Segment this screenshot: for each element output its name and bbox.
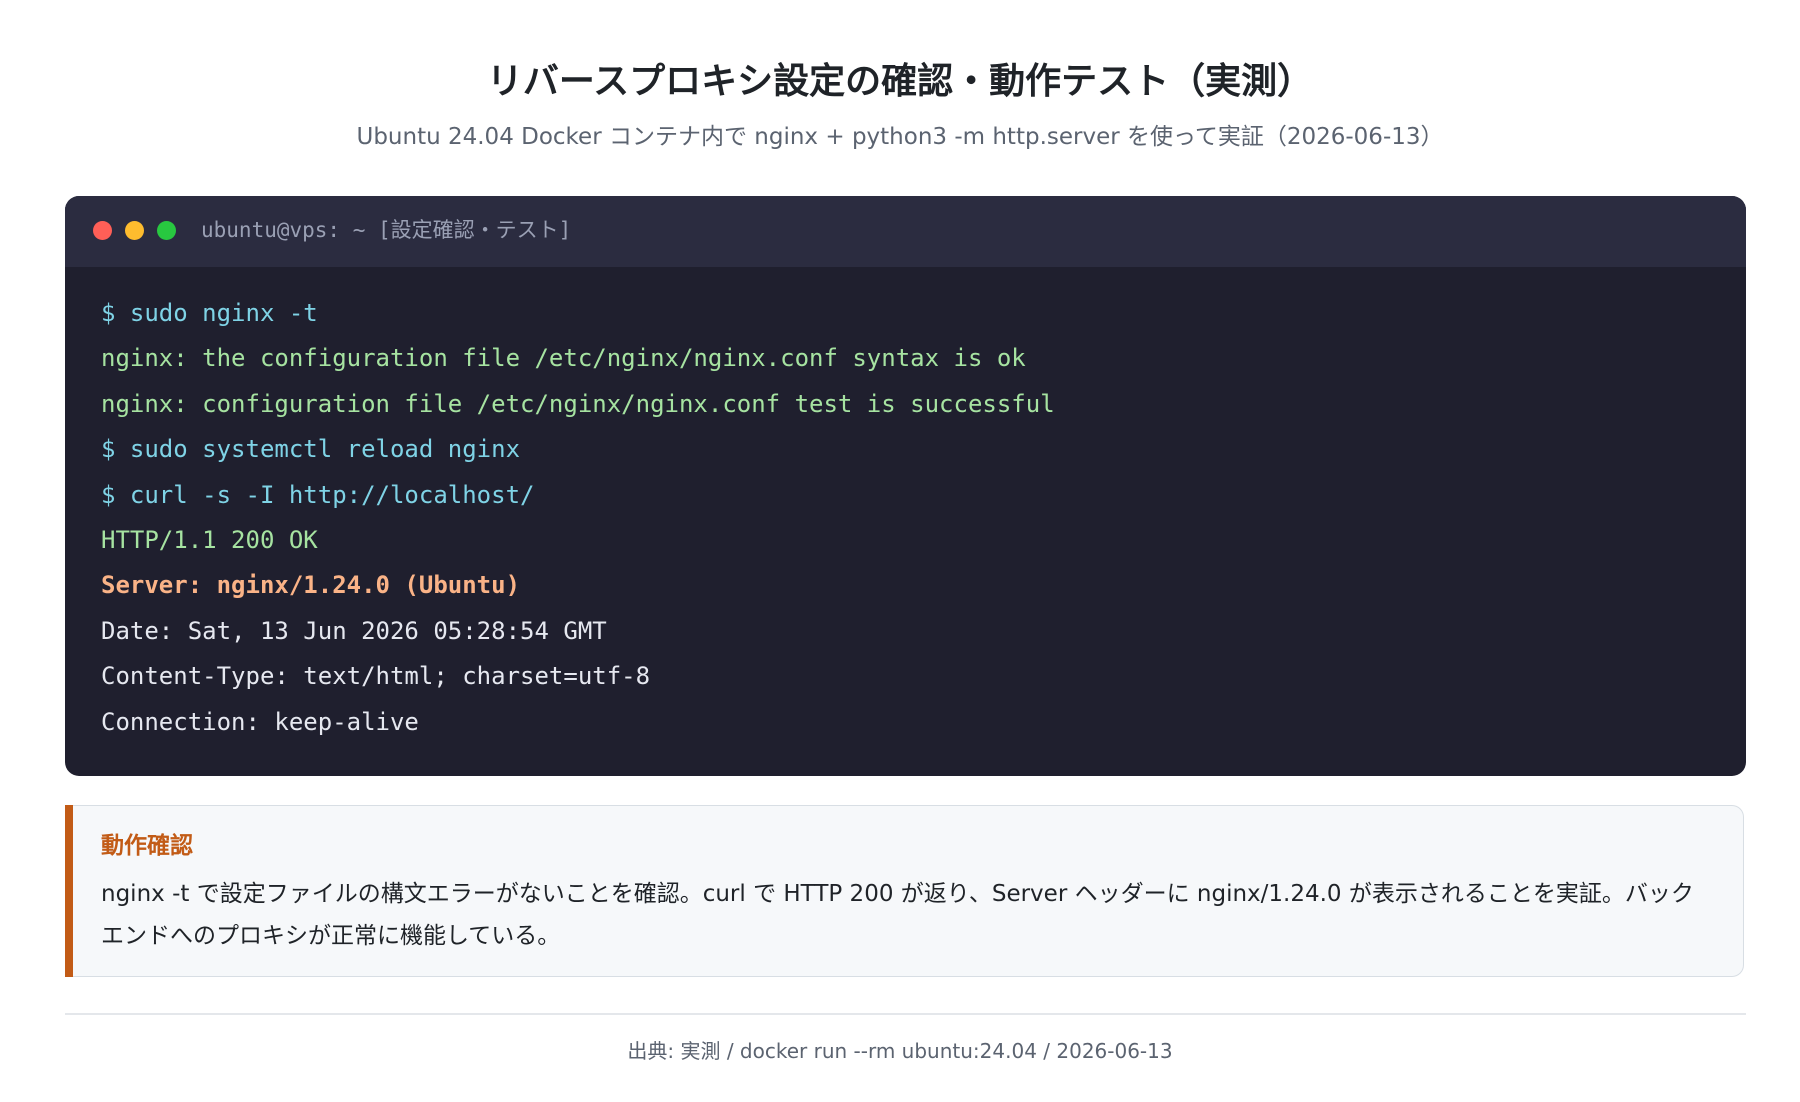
terminal-line: Date: Sat, 13 Jun 2026 05:28:54 GMT — [101, 616, 607, 645]
terminal-title: ubuntu@vps: ~ [設定確認・テスト] — [201, 218, 572, 242]
close-dot-icon[interactable] — [93, 221, 112, 240]
note-accent-bar — [65, 805, 73, 977]
verification-note: 動作確認 nginx -t で設定ファイルの構文エラーがないことを確認。curl… — [65, 805, 1744, 977]
terminal-line: Server: nginx/1.24.0 (Ubuntu) — [101, 571, 521, 600]
note-heading: 動作確認 — [101, 833, 193, 859]
terminal-line: HTTP/1.1 200 OK — [101, 525, 318, 554]
maximize-dot-icon[interactable] — [157, 221, 176, 240]
minimize-dot-icon[interactable] — [125, 221, 144, 240]
page-subtitle: Ubuntu 24.04 Docker コンテナ内で nginx + pytho… — [356, 124, 1444, 150]
page: リバースプロキシ設定の確認・動作テスト（実測） Ubuntu 24.04 Doc… — [0, 0, 1800, 1102]
terminal-line: nginx: the configuration file /etc/nginx… — [101, 344, 1026, 373]
note-text: nginx -t で設定ファイルの構文エラーがないことを確認。curl で HT… — [101, 881, 1694, 949]
terminal-line: $ sudo systemctl reload nginx — [101, 435, 521, 464]
terminal-output: $ sudo nginx -t nginx: the configuration… — [101, 291, 1710, 745]
terminal-line: Connection: keep-alive — [101, 707, 419, 736]
source-footer: 出典: 実測 / docker run --rm ubuntu:24.04 / … — [627, 1039, 1173, 1063]
footer-divider — [65, 1013, 1746, 1015]
terminal-line: Content-Type: text/html; charset=utf-8 — [101, 662, 651, 691]
terminal-line: $ sudo nginx -t — [101, 299, 318, 327]
terminal-window: ubuntu@vps: ~ [設定確認・テスト] $ sudo nginx -t… — [65, 196, 1746, 776]
terminal-line: $ curl -s -I http://localhost/ — [101, 480, 535, 509]
terminal-line: nginx: configuration file /etc/nginx/ngi… — [101, 389, 1055, 418]
terminal-title-bar: ubuntu@vps: ~ [設定確認・テスト] — [65, 196, 1746, 267]
page-title: リバースプロキシ設定の確認・動作テスト（実測） — [486, 61, 1314, 102]
